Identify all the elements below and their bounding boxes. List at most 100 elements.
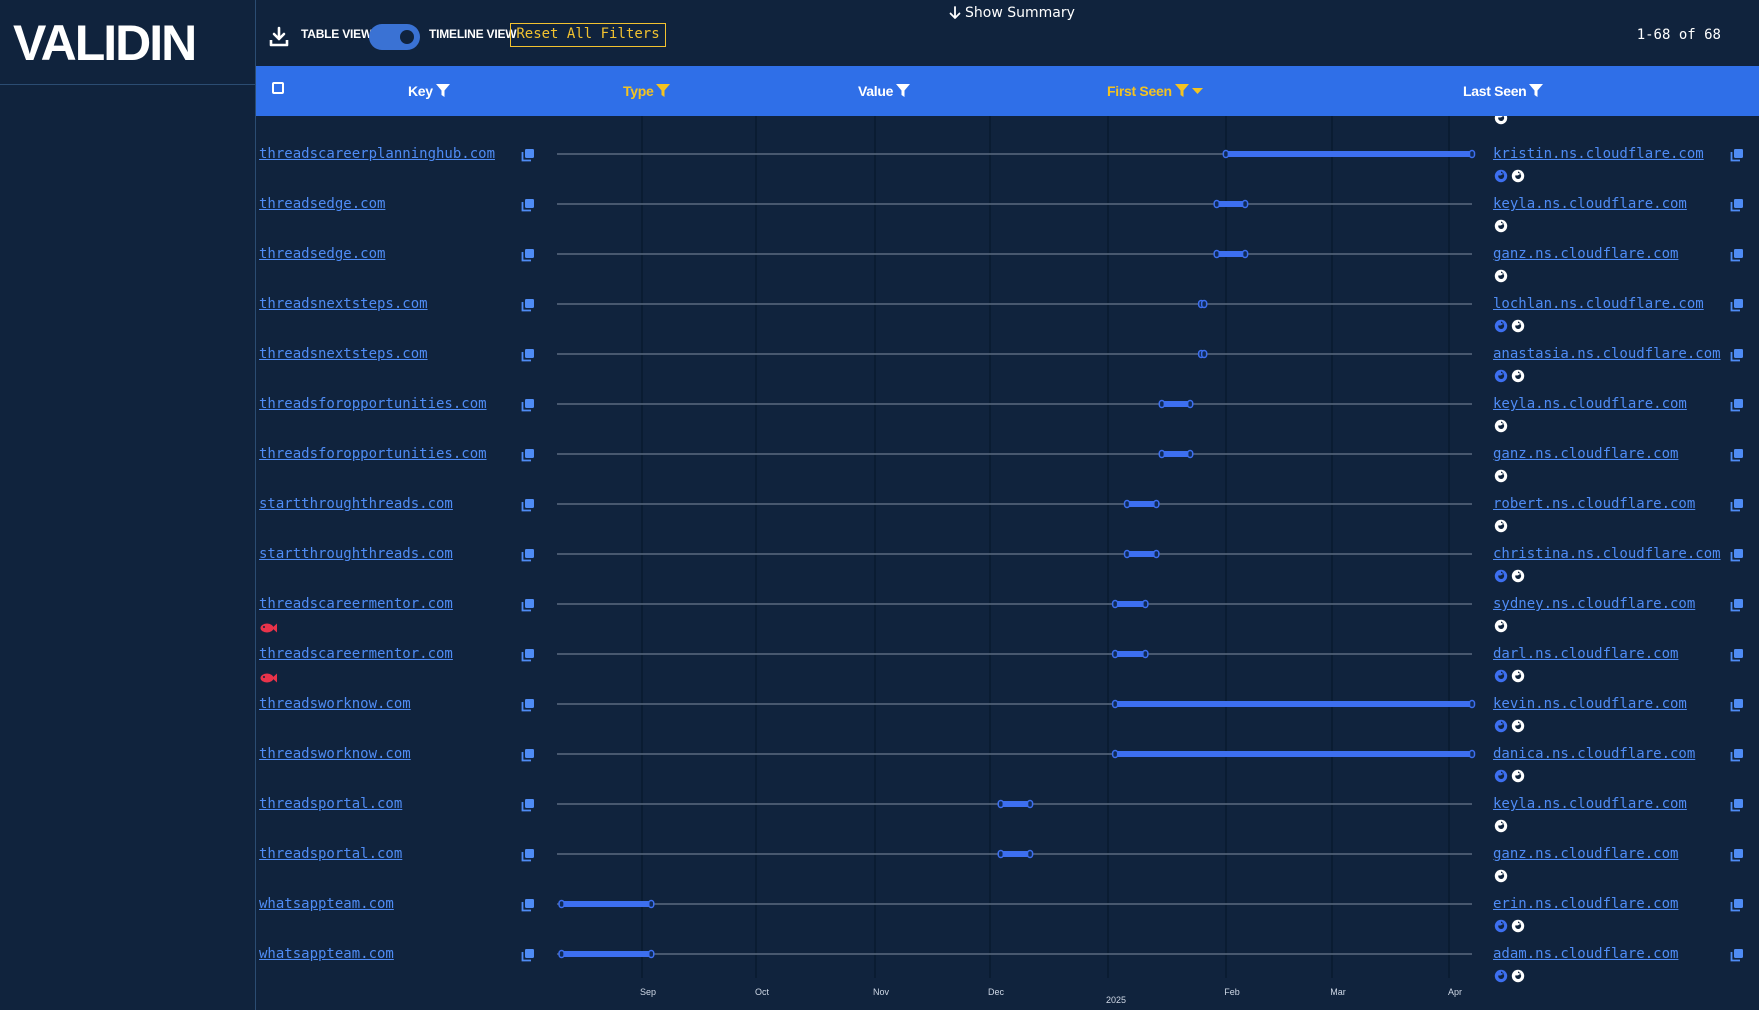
domain-link[interactable]: startthroughthreads.com (259, 546, 453, 562)
copy-key-icon[interactable] (521, 297, 535, 312)
domain-link[interactable]: threadsportal.com (259, 796, 402, 812)
column-value[interactable]: Value (858, 83, 911, 99)
domain-link[interactable]: threadsnextsteps.com (259, 296, 428, 312)
refresh-white-icon[interactable] (1511, 969, 1525, 983)
nameserver-link[interactable]: anastasia.ns.cloudflare.com (1493, 346, 1721, 362)
copy-key-icon[interactable] (521, 647, 535, 662)
copy-value-icon[interactable] (1730, 747, 1744, 762)
copy-key-icon[interactable] (521, 147, 535, 162)
view-toggle[interactable] (369, 24, 420, 50)
nameserver-link[interactable]: ganz.ns.cloudflare.com (1493, 246, 1678, 262)
column-type[interactable]: Type (623, 83, 671, 99)
copy-key-icon[interactable] (521, 897, 535, 912)
timeline-view-label[interactable]: TIMELINE VIEW (429, 27, 517, 41)
copy-value-icon[interactable] (1730, 547, 1744, 562)
copy-value-icon[interactable] (1730, 447, 1744, 462)
copy-key-icon[interactable] (521, 497, 535, 512)
table-view-label[interactable]: TABLE VIEW (301, 27, 372, 41)
nameserver-link[interactable]: erin.ns.cloudflare.com (1493, 896, 1678, 912)
domain-link[interactable]: threadsforopportunities.com (259, 396, 487, 412)
nameserver-link[interactable]: kristin.ns.cloudflare.com (1493, 146, 1704, 162)
sort-desc-icon[interactable] (1191, 87, 1203, 95)
copy-key-icon[interactable] (521, 447, 535, 462)
copy-key-icon[interactable] (521, 847, 535, 862)
domain-link[interactable]: threadscareermentor.com (259, 596, 453, 612)
domain-link[interactable]: threadsworknow.com (259, 746, 411, 762)
nameserver-link[interactable]: sydney.ns.cloudflare.com (1493, 596, 1695, 612)
nameserver-link[interactable]: lochlan.ns.cloudflare.com (1493, 296, 1704, 312)
copy-value-icon[interactable] (1730, 897, 1744, 912)
copy-key-icon[interactable] (521, 197, 535, 212)
nameserver-link[interactable]: kevin.ns.cloudflare.com (1493, 696, 1687, 712)
domain-link[interactable]: threadscareerplanninghub.com (259, 146, 495, 162)
table-row: threadscareermentor.com sydney.ns.cloudf… (256, 574, 1759, 633)
table-row: threadsportal.com ganz.ns.cloudflare.com (256, 824, 1759, 883)
copy-value-icon[interactable] (1730, 147, 1744, 162)
logo-divider (0, 84, 255, 85)
domain-link[interactable]: threadsedge.com (259, 196, 385, 212)
copy-key-icon[interactable] (521, 747, 535, 762)
copy-key-icon[interactable] (521, 547, 535, 562)
nameserver-link[interactable]: robert.ns.cloudflare.com (1493, 496, 1695, 512)
download-icon[interactable] (268, 26, 290, 48)
copy-key-icon[interactable] (521, 947, 535, 962)
nameserver-link[interactable]: darl.ns.cloudflare.com (1493, 646, 1678, 662)
copy-key-icon[interactable] (521, 397, 535, 412)
show-summary-label: Show Summary (965, 5, 1075, 21)
column-last-seen[interactable]: Last Seen (1463, 83, 1544, 99)
domain-link[interactable]: startthroughthreads.com (259, 496, 453, 512)
nameserver-link[interactable]: danica.ns.cloudflare.com (1493, 746, 1695, 762)
filter-icon[interactable] (435, 84, 450, 98)
copy-value-icon[interactable] (1730, 247, 1744, 262)
copy-value-icon[interactable] (1730, 397, 1744, 412)
nameserver-link[interactable]: keyla.ns.cloudflare.com (1493, 196, 1687, 212)
copy-key-icon[interactable] (521, 797, 535, 812)
domain-link[interactable]: threadscareermentor.com (259, 646, 453, 662)
reset-filters-button[interactable]: Reset All Filters (510, 23, 666, 47)
copy-value-icon[interactable] (1730, 347, 1744, 362)
column-first-seen-label: First Seen (1107, 83, 1172, 99)
month-label: Dec (988, 987, 1005, 997)
nameserver-link[interactable]: ganz.ns.cloudflare.com (1493, 846, 1678, 862)
copy-value-icon[interactable] (1730, 197, 1744, 212)
copy-value-icon[interactable] (1730, 297, 1744, 312)
copy-value-icon[interactable] (1730, 847, 1744, 862)
refresh-blue-icon[interactable] (1494, 969, 1508, 983)
domain-link[interactable]: whatsappteam.com (259, 896, 394, 912)
column-first-seen[interactable]: First Seen (1107, 83, 1203, 99)
nameserver-link[interactable]: christina.ns.cloudflare.com (1493, 546, 1721, 562)
show-summary-button[interactable]: Show Summary (949, 5, 1075, 21)
nameserver-link[interactable]: ganz.ns.cloudflare.com (1493, 446, 1678, 462)
copy-value-icon[interactable] (1730, 797, 1744, 812)
validin-logo[interactable]: VALIDIN (13, 17, 198, 65)
copy-key-icon[interactable] (521, 347, 535, 362)
month-label: Apr (1448, 987, 1462, 997)
domain-link[interactable]: whatsappteam.com (259, 946, 394, 962)
copy-value-icon[interactable] (1730, 497, 1744, 512)
domain-link[interactable]: threadsnextsteps.com (259, 346, 428, 362)
copy-key-icon[interactable] (521, 697, 535, 712)
table-row: whatsappteam.com adam.ns.cloudflare.com (256, 924, 1759, 983)
filter-active-icon[interactable] (656, 84, 671, 98)
select-all-checkbox[interactable] (272, 82, 284, 94)
filter-active-icon[interactable] (1174, 84, 1189, 98)
copy-value-icon[interactable] (1730, 947, 1744, 962)
copy-key-icon[interactable] (521, 247, 535, 262)
table-row: threadsnextsteps.com lochlan.ns.cloudfla… (256, 274, 1759, 333)
domain-link[interactable]: threadsportal.com (259, 846, 402, 862)
month-label: Feb (1224, 987, 1240, 997)
column-key[interactable]: Key (408, 83, 450, 99)
filter-icon[interactable] (896, 84, 911, 98)
domain-link[interactable]: threadsworknow.com (259, 696, 411, 712)
domain-link[interactable]: threadsforopportunities.com (259, 446, 487, 462)
copy-value-icon[interactable] (1730, 647, 1744, 662)
filter-icon[interactable] (1529, 84, 1544, 98)
copy-value-icon[interactable] (1730, 597, 1744, 612)
domain-link[interactable]: threadsedge.com (259, 246, 385, 262)
nameserver-link[interactable]: adam.ns.cloudflare.com (1493, 946, 1678, 962)
main-panel: TABLE VIEW TIMELINE VIEW Reset All Filte… (256, 0, 1759, 1010)
copy-value-icon[interactable] (1730, 697, 1744, 712)
copy-key-icon[interactable] (521, 597, 535, 612)
nameserver-link[interactable]: keyla.ns.cloudflare.com (1493, 796, 1687, 812)
nameserver-link[interactable]: keyla.ns.cloudflare.com (1493, 396, 1687, 412)
